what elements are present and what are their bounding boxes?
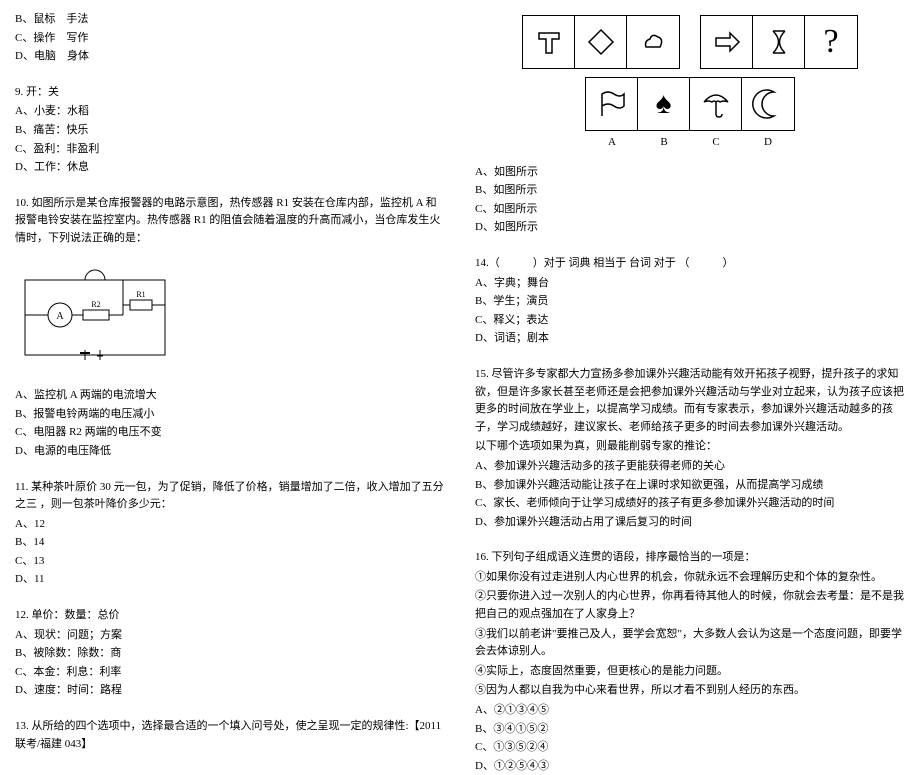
q13-opts: A、如图所示 B、如图所示 C、如图所示 D、如图所示 — [475, 164, 905, 237]
q12: 12. 单价：数量：总价 A、现状：问题；方案 B、被除数：除数：商 C、本金：… — [15, 607, 445, 700]
q13-opt-c: C、如图所示 — [475, 201, 905, 219]
figure-group-left — [522, 15, 680, 69]
q16-s5: ⑤因为人都以自我为中心来看世界，所以才看不到别人经历的东西。 — [475, 682, 905, 700]
q16-s2: ②只要你进入过一次别人的内心世界，你再看待其他人的时候，你就会去考量：是不是我把… — [475, 588, 905, 623]
right-column: ? ♠ A B C D A、如图所示 B、如图所示 C、如图所示 D、如图所示 … — [460, 0, 920, 651]
q14-opt-a: A、字典；舞台 — [475, 275, 905, 293]
left-column: B、鼠标 手法 C、操作 写作 D、电脑 身体 9. 开：关 A、小麦：水稻 B… — [0, 0, 460, 651]
q10: 10. 如图所示是某仓库报警器的电路示意图，热传感器 R1 安装在仓库内部，监控… — [15, 195, 445, 461]
q14-opt-b: B、学生；演员 — [475, 293, 905, 311]
q11-opt-d: D、11 — [15, 571, 445, 589]
q15-opt-a: A、参加课外兴趣活动多的孩子更能获得老师的关心 — [475, 458, 905, 476]
q13-stem: 13. 从所给的四个选项中，选择最合适的一个填入问号处，使之呈现一定的规律性:【… — [15, 718, 445, 753]
label-c: C — [690, 134, 742, 152]
q10-opt-b: B、报警电铃两端的电压减小 — [15, 406, 445, 424]
q13-opt-b: B、如图所示 — [475, 182, 905, 200]
q14: 14.（ ）对于 词典 相当于 台词 对于 （ ） A、字典；舞台 B、学生；演… — [475, 255, 905, 348]
q10-opt-c: C、电阻器 R2 两端的电压不变 — [15, 424, 445, 442]
q15-stem: 15. 尽管许多专家都大力宣扬多参加课外兴趣活动能有效开拓孩子视野，提升孩子的求… — [475, 366, 905, 436]
figure-hammer-icon — [523, 16, 575, 68]
q15-sub: 以下哪个选项如果为真，则最能削弱专家的推论： — [475, 438, 905, 456]
q9-opt-d: D、工作：休息 — [15, 159, 445, 177]
q14-stem: 14.（ ）对于 词典 相当于 台词 对于 （ ） — [475, 255, 905, 273]
label-a: A — [586, 134, 638, 152]
circuit-diagram: A R2 R1 — [15, 260, 175, 370]
q16-stem: 16. 下列句子组成语义连贯的语段，排序最恰当的一项是： — [475, 549, 905, 567]
q11: 11. 某种茶叶原价 30 元一包，为了促销，降低了价格，销量增加了二倍，收入增… — [15, 479, 445, 590]
figure-group-right: ? — [700, 15, 858, 69]
q9: 9. 开：关 A、小麦：水稻 B、痛苦：快乐 C、盈利：非盈利 D、工作：休息 — [15, 84, 445, 177]
q15-opt-b: B、参加课外兴趣活动能让孩子在上课时求知欲更强，从而提高学习成绩 — [475, 477, 905, 495]
q16: 16. 下列句子组成语义连贯的语段，排序最恰当的一项是： ①如果你没有过走进别人… — [475, 549, 905, 775]
figure-hourglass-icon — [753, 16, 805, 68]
q11-opt-a: A、12 — [15, 516, 445, 534]
label-d: D — [742, 134, 794, 152]
q11-stem: 11. 某种茶叶原价 30 元一包，为了促销，降低了价格，销量增加了二倍，收入增… — [15, 479, 445, 514]
answer-options-row: ♠ — [475, 77, 905, 131]
q8-tail: B、鼠标 手法 C、操作 写作 D、电脑 身体 — [15, 11, 445, 66]
answer-crescent-icon — [742, 78, 794, 130]
q12-opt-d: D、速度：时间：路程 — [15, 682, 445, 700]
q12-opt-b: B、被除数：除数：商 — [15, 645, 445, 663]
q16-opt-a: A、②①③④⑤ — [475, 702, 905, 720]
q13-opt-d: D、如图所示 — [475, 219, 905, 237]
q13: 13. 从所给的四个选项中，选择最合适的一个填入问号处，使之呈现一定的规律性:【… — [15, 718, 445, 753]
answer-spade-icon: ♠ — [638, 78, 690, 130]
svg-text:R1: R1 — [136, 290, 145, 299]
q12-stem: 12. 单价：数量：总价 — [15, 607, 445, 625]
svg-text:R2: R2 — [91, 300, 100, 309]
figure-question-icon: ? — [805, 16, 857, 68]
answer-flag-icon — [586, 78, 638, 130]
q16-s4: ④实际上，态度固然重要，但更核心的是能力问题。 — [475, 663, 905, 681]
answer-umbrella-icon — [690, 78, 742, 130]
q15-opt-d: D、参加课外兴趣活动占用了课后复习的时间 — [475, 514, 905, 532]
figure-cloud-triangle-icon — [627, 16, 679, 68]
q9-opt-c: C、盈利：非盈利 — [15, 141, 445, 159]
q12-opt-a: A、现状：问题；方案 — [15, 627, 445, 645]
q16-s1: ①如果你没有过走进别人内心世界的机会，你就永远不会理解历史和个体的复杂性。 — [475, 569, 905, 587]
q15-opt-c: C、家长、老师倾向于让学习成绩好的孩子有更多参加课外兴趣活动的时间 — [475, 495, 905, 513]
q16-opt-d: D、①②⑤④③ — [475, 758, 905, 775]
q8-opt-d: D、电脑 身体 — [15, 48, 445, 66]
figure-sequence-row: ? — [475, 15, 905, 69]
q10-stem: 10. 如图所示是某仓库报警器的电路示意图，热传感器 R1 安装在仓库内部，监控… — [15, 195, 445, 248]
figure-diamond-icon — [575, 16, 627, 68]
q16-opt-c: C、①③⑤②④ — [475, 739, 905, 757]
figure-arrow-icon — [701, 16, 753, 68]
q11-opt-c: C、13 — [15, 553, 445, 571]
q8-opt-b: B、鼠标 手法 — [15, 11, 445, 29]
q11-opt-b: B、14 — [15, 534, 445, 552]
q15: 15. 尽管许多专家都大力宣扬多参加课外兴趣活动能有效开拓孩子视野，提升孩子的求… — [475, 366, 905, 531]
q9-opt-a: A、小麦：水稻 — [15, 103, 445, 121]
q8-opt-c: C、操作 写作 — [15, 30, 445, 48]
q12-opt-c: C、本金：利息：利率 — [15, 664, 445, 682]
q9-opt-b: B、痛苦：快乐 — [15, 122, 445, 140]
svg-text:A: A — [56, 311, 64, 322]
q10-opt-d: D、电源的电压降低 — [15, 443, 445, 461]
q14-opt-d: D、词语；剧本 — [475, 330, 905, 348]
q13-opt-a: A、如图所示 — [475, 164, 905, 182]
q9-stem: 9. 开：关 — [15, 84, 445, 102]
answer-labels: A B C D — [475, 134, 905, 152]
q16-s3: ③我们以前老讲"要推己及人，要学会宽恕"，大多数人会认为这是一个态度问题，即要学… — [475, 626, 905, 661]
q10-opt-a: A、监控机 A 两端的电流增大 — [15, 387, 445, 405]
answer-group: ♠ — [585, 77, 795, 131]
q14-opt-c: C、释义；表达 — [475, 312, 905, 330]
q16-opt-b: B、③④①⑤② — [475, 721, 905, 739]
label-b: B — [638, 134, 690, 152]
